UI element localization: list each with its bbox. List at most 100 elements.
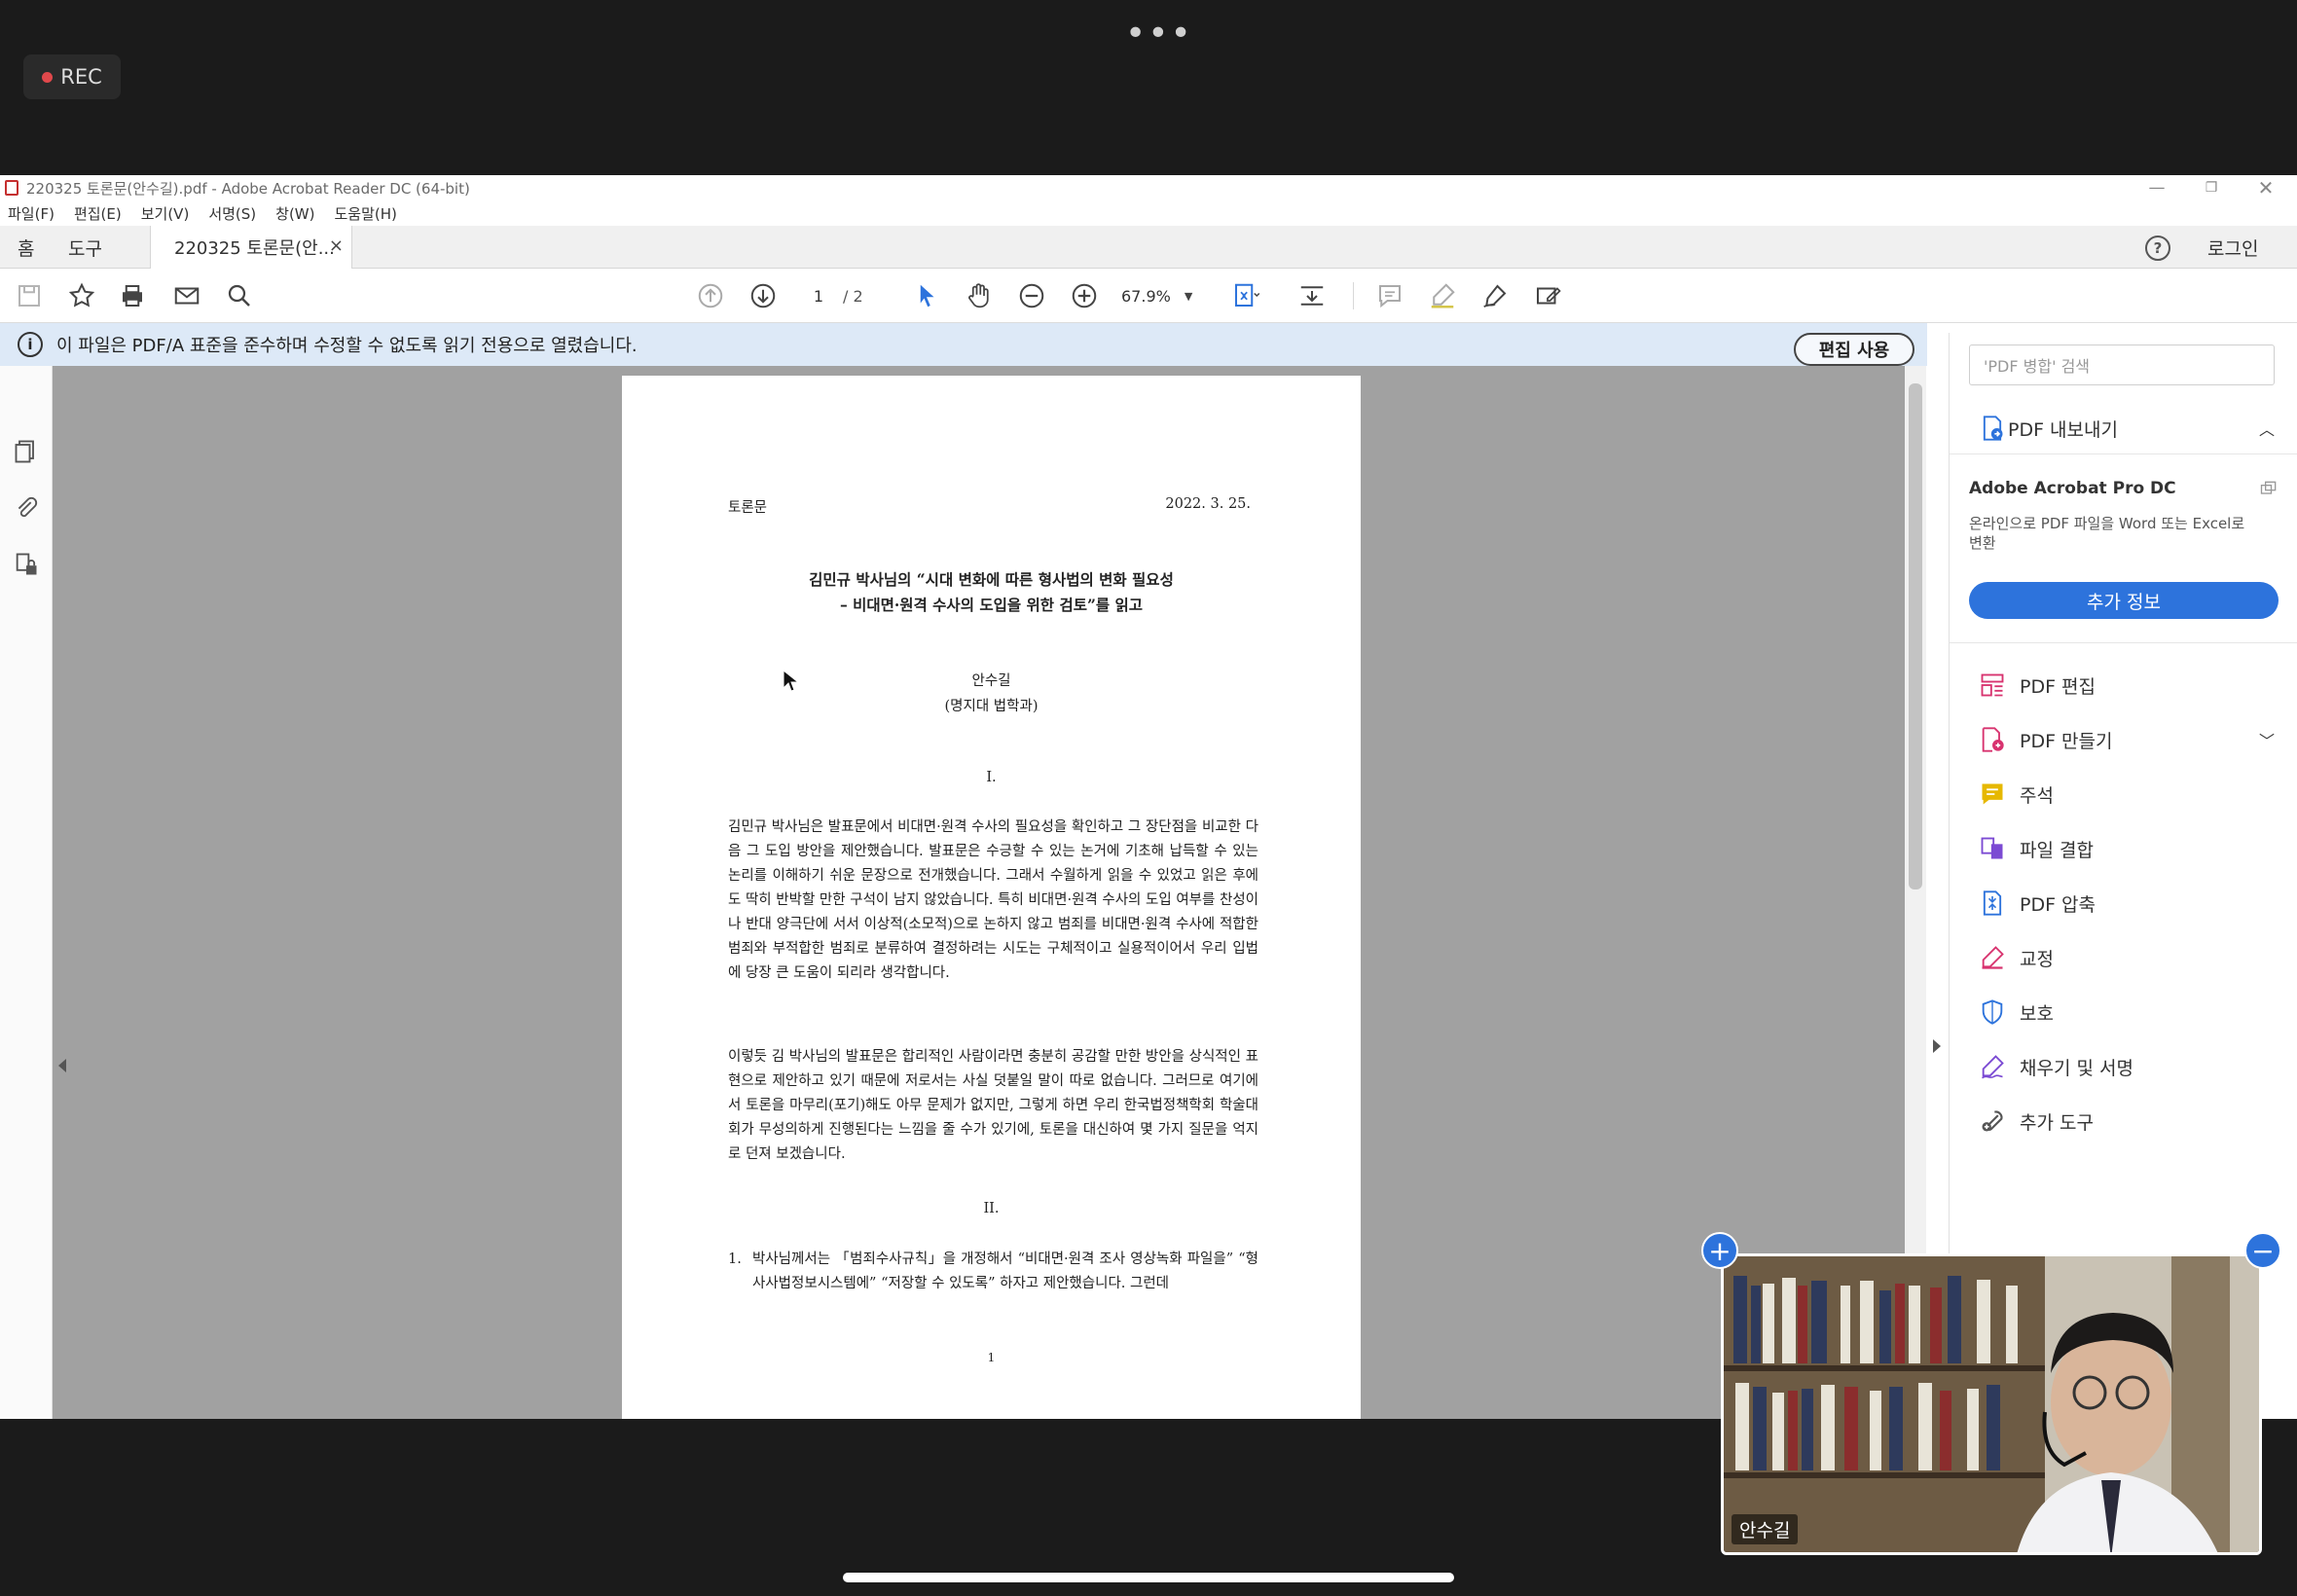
page-down-icon[interactable] <box>747 280 779 311</box>
scroll-mode-icon[interactable] <box>1296 280 1328 311</box>
compress-pdf-icon <box>1983 890 2002 916</box>
export-pdf-icon <box>1983 416 2003 441</box>
tab-home[interactable]: 홈 <box>18 226 34 269</box>
minimize-video-icon[interactable]: − <box>2244 1232 2281 1269</box>
tool-label: PDF 편집 <box>2020 675 2096 698</box>
save-icon[interactable] <box>14 280 45 311</box>
close-window-button[interactable]: ✕ <box>2239 175 2293 200</box>
doc-header-left: 토론문 <box>728 500 768 516</box>
export-pdf-section-header[interactable]: PDF 내보내기 ︿ <box>1950 403 2297 453</box>
tab-document[interactable]: 220325 토론문(안... × <box>150 226 352 269</box>
combine-files-icon <box>1981 837 2003 859</box>
tool-fill-sign[interactable]: 채우기 및 서명 <box>1950 1039 2297 1094</box>
promo-badge-icon <box>2260 481 2277 494</box>
acrobat-app-icon <box>5 180 18 196</box>
tool-label: 채우기 및 서명 <box>2020 1057 2133 1079</box>
doc-paragraph-1: 김민규 박사님은 발표문에서 비대면·원격 수사의 필요성을 확인하고 그 장단… <box>728 819 1258 981</box>
menu-edit[interactable]: 편집(E) <box>74 203 122 224</box>
bookmark-star-icon[interactable] <box>66 280 97 311</box>
info-icon: i <box>18 332 43 357</box>
page-number-input[interactable]: 1 <box>796 282 841 309</box>
select-cursor-icon[interactable] <box>911 280 942 311</box>
tool-label: PDF 만들기 <box>2020 730 2113 752</box>
zoom-level-value: 67.9% <box>1121 286 1171 306</box>
page-up-icon[interactable] <box>695 280 726 311</box>
window-title: 220325 토론문(안수길).pdf - Adobe Acrobat Read… <box>26 179 470 198</box>
fit-page-icon[interactable] <box>1230 280 1261 311</box>
attachment-icon[interactable] <box>13 494 40 522</box>
chevron-down-icon[interactable]: ﹀ <box>2259 728 2275 751</box>
edit-pdf-icon <box>1981 673 2004 697</box>
tool-label: 추가 도구 <box>2020 1111 2094 1134</box>
more-info-button[interactable]: 추가 정보 <box>1969 582 2279 619</box>
divider <box>1950 453 2297 454</box>
participant-video-tile[interactable]: 안수길 <box>1721 1253 2262 1555</box>
sign-tool-icon[interactable] <box>1532 280 1563 311</box>
zoom-in-icon[interactable] <box>1069 280 1100 311</box>
doc-paragraph-2: 이렇듯 김 박사님의 발표문은 합리적인 사람이라면 충분히 공감할 만한 방안… <box>728 1049 1258 1162</box>
restore-button[interactable]: ❐ <box>2184 175 2239 200</box>
highlight-tool-icon[interactable] <box>1427 280 1458 311</box>
menu-window[interactable]: 창(W) <box>275 203 314 224</box>
pdf-page[interactable]: 토론문 2022. 3. 25. 김민규 박사님의 “시대 변화에 따른 형사법… <box>622 376 1361 1419</box>
tool-protect[interactable]: 보호 <box>1950 985 2297 1039</box>
tools-search-input[interactable]: 'PDF 병합' 검색 <box>1969 345 2275 385</box>
comment-icon <box>1982 783 2003 805</box>
zoom-out-icon[interactable] <box>1016 280 1047 311</box>
page-thumbnails-icon[interactable] <box>13 438 40 465</box>
email-icon[interactable] <box>171 280 202 311</box>
collapse-right-panel-icon[interactable] <box>1933 1039 1941 1053</box>
tool-combine-files[interactable]: 파일 결합 <box>1950 821 2297 876</box>
menu-help[interactable]: 도움말(H) <box>334 203 396 224</box>
search-icon[interactable] <box>224 280 255 311</box>
tool-redact[interactable]: 교정 <box>1950 930 2297 985</box>
close-tab-icon[interactable]: × <box>329 236 344 256</box>
scrollbar-thumb[interactable] <box>1909 383 1922 889</box>
more-tools-icon <box>1982 1110 2003 1132</box>
tab-tools[interactable]: 도구 <box>68 226 102 269</box>
tool-label: PDF 압축 <box>2020 893 2096 916</box>
pro-promo-title: Adobe Acrobat Pro DC <box>1969 479 2176 498</box>
doc-item-number: 1. <box>728 1251 742 1267</box>
login-button[interactable]: 로그인 <box>2207 226 2258 269</box>
tool-comment[interactable]: 주석 <box>1950 767 2297 821</box>
divider <box>1950 642 2297 643</box>
expand-video-icon[interactable]: + <box>1701 1232 1738 1269</box>
tool-create-pdf[interactable]: PDF 만들기 ﹀ <box>1950 712 2297 767</box>
more-options-icon[interactable]: ••• <box>1125 14 1193 54</box>
enable-editing-button[interactable]: 편집 사용 <box>1794 333 1914 366</box>
export-pdf-label: PDF 내보내기 <box>2008 418 2118 441</box>
doc-author: 안수길 <box>971 673 1011 689</box>
hand-tool-icon[interactable] <box>964 280 995 311</box>
toolbar: 1 / 2 67.9% ▼ <box>0 269 2297 323</box>
doc-affiliation: (명지대 법학과) <box>944 699 1039 714</box>
chevron-down-icon: ▼ <box>1184 289 1193 303</box>
recording-indicator: REC <box>23 54 121 99</box>
chevron-up-icon[interactable]: ︿ <box>2259 417 2275 440</box>
doc-header-date: 2022. 3. 25. <box>1165 496 1251 512</box>
menu-view[interactable]: 보기(V) <box>141 203 190 224</box>
print-icon[interactable] <box>117 280 148 311</box>
tool-compress-pdf[interactable]: PDF 압축 <box>1950 876 2297 930</box>
tool-more-tools[interactable]: 추가 도구 <box>1950 1094 2297 1148</box>
doc-section-1: I. <box>986 770 997 785</box>
read-only-info-bar: i 이 파일은 PDF/A 표준을 준수하며 수정할 수 없도록 읽기 전용으로… <box>0 323 1927 366</box>
menu-sign[interactable]: 서명(S) <box>208 203 256 224</box>
mouse-cursor-icon <box>783 670 798 692</box>
tool-label: 주석 <box>2020 784 2054 807</box>
home-indicator[interactable] <box>843 1573 1454 1582</box>
info-message: 이 파일은 PDF/A 표준을 준수하며 수정할 수 없도록 읽기 전용으로 열… <box>56 336 638 356</box>
tool-edit-pdf[interactable]: PDF 편집 <box>1950 658 2297 712</box>
collapse-left-panel-icon[interactable] <box>58 1059 66 1072</box>
security-lock-icon[interactable] <box>13 551 40 578</box>
minimize-button[interactable]: — <box>2130 175 2184 200</box>
comment-tool-icon[interactable] <box>1374 280 1405 311</box>
menu-file[interactable]: 파일(F) <box>8 203 55 224</box>
help-icon[interactable]: ? <box>2145 236 2170 261</box>
zoom-level-select[interactable]: 67.9% ▼ <box>1121 282 1203 309</box>
draw-tool-icon[interactable] <box>1479 280 1511 311</box>
menu-bar: 파일(F) 편집(E) 보기(V) 서명(S) 창(W) 도움말(H) <box>0 200 2297 226</box>
record-dot-icon <box>42 71 54 83</box>
recording-label: REC <box>60 65 102 89</box>
document-tab-label: 220325 토론문(안... <box>174 238 335 259</box>
